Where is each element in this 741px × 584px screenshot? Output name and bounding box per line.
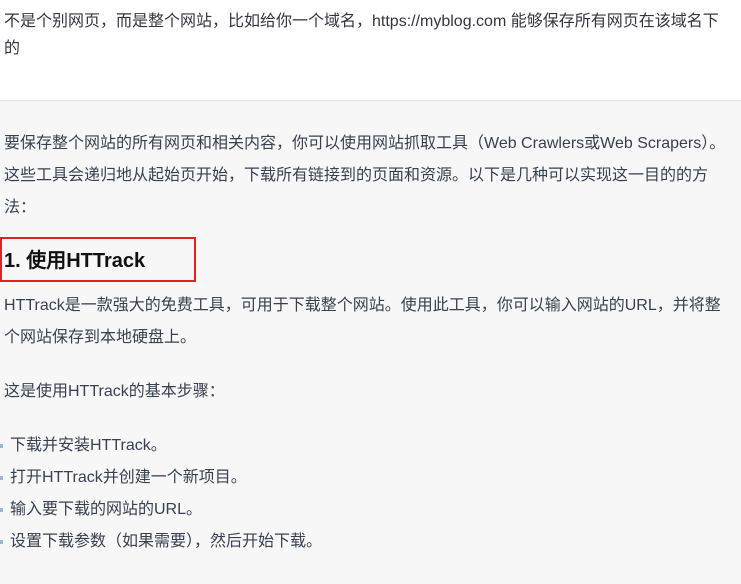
response-intro: 要保存整个网站的所有网页和相关内容，你可以使用网站抓取工具（Web Crawle… xyxy=(4,135,726,216)
steps-intro: 这是使用HTTrack的基本步骤： xyxy=(4,383,225,400)
section-heading: 1. 使用HTTrack xyxy=(4,250,146,272)
bullet-icon xyxy=(0,444,3,448)
steps-list: 下载并安装HTTrack。 打开HTTrack并创建一个新项目。 输入要下载的网… xyxy=(0,430,322,558)
list-item: 设置下载参数（如果需要），然后开始下载。 xyxy=(0,526,322,558)
user-message: 不是个别网页，而是整个网站，比如给你一个域名，https://myblog.co… xyxy=(0,0,741,101)
bullet-icon xyxy=(0,540,3,544)
list-item: 输入要下载的网站的URL。 xyxy=(0,494,322,526)
bullet-icon xyxy=(0,476,3,480)
bullet-icon xyxy=(0,508,3,512)
highlighted-heading: 1. 使用HTTrack xyxy=(0,237,196,282)
list-item: 打开HTTrack并创建一个新项目。 xyxy=(0,462,322,494)
user-message-text: 不是个别网页，而是整个网站，比如给你一个域名，https://myblog.co… xyxy=(4,13,719,57)
response-description: HTTrack是一款强大的免费工具，可用于下载整个网站。使用此工具，你可以输入网… xyxy=(4,297,721,346)
list-item: 下载并安装HTTrack。 xyxy=(0,430,322,462)
